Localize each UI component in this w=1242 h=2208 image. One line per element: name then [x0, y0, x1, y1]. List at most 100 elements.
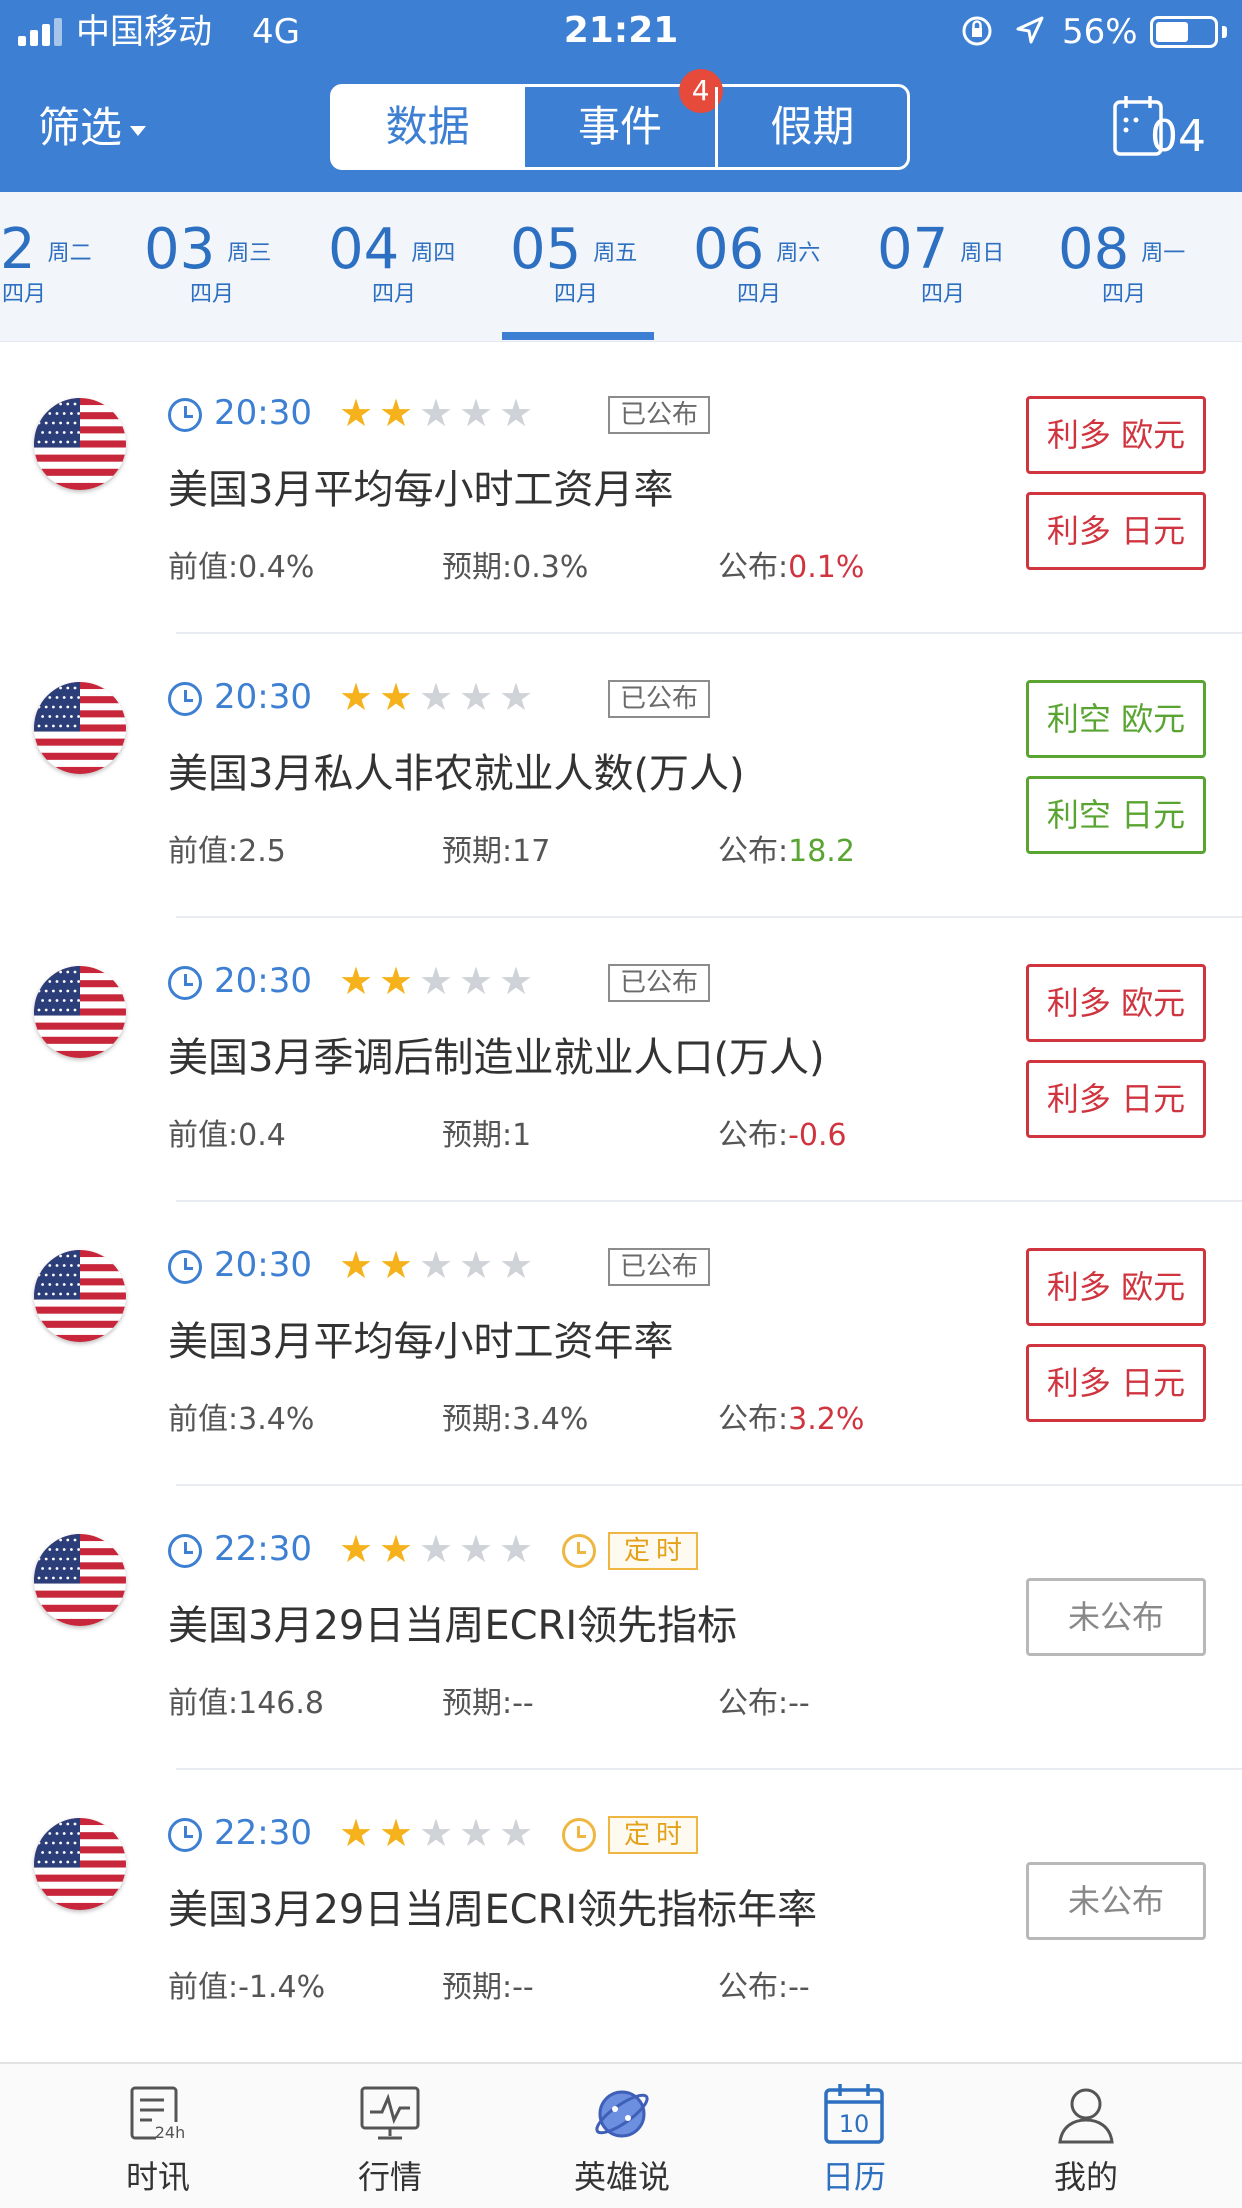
- event-time: 20:30: [214, 961, 312, 1001]
- published-tag: 已公布: [608, 964, 711, 1002]
- event-title: 美国3月私人非农就业人数(万人): [168, 751, 745, 797]
- impact-jpy-button[interactable]: 利多 日元: [1026, 1344, 1206, 1422]
- scheduled-tag: 定时: [608, 1532, 699, 1570]
- importance-stars: ★ ★ ★ ★ ★: [336, 1812, 536, 1854]
- star-filled-icon: ★: [338, 675, 374, 719]
- location-arrow-icon: [1016, 16, 1044, 44]
- star-empty-icon: ★: [418, 1243, 454, 1287]
- star-filled-icon: ★: [378, 1243, 414, 1287]
- event-row[interactable]: 22:30 ★ ★ ★ ★ ★ 定时 美国3月29日当周ECRI领先指标年率 前值:-1…: [0, 1770, 1242, 2054]
- star-empty-icon: ★: [498, 391, 534, 435]
- us-flag-icon: [34, 1534, 126, 1626]
- star-empty-icon: ★: [458, 1527, 494, 1571]
- impact-eur-button[interactable]: 利多 欧元: [1026, 964, 1206, 1042]
- star-empty-icon: ★: [498, 1811, 534, 1855]
- event-title: 美国3月季调后制造业就业人口(万人): [168, 1035, 825, 1081]
- nav-market[interactable]: 行情: [290, 2082, 490, 2200]
- actual-value: 公布:--: [718, 1970, 810, 2005]
- category-tabs: 数据 事件 4 假期: [330, 69, 910, 170]
- event-title: 美国3月平均每小时工资年率: [168, 1319, 674, 1365]
- event-title: 美国3月29日当周ECRI领先指标年率: [168, 1887, 818, 1933]
- previous-value: 前值:2.5: [168, 834, 286, 869]
- star-empty-icon: ★: [458, 1243, 494, 1287]
- impact-eur-button[interactable]: 利多 欧元: [1026, 396, 1206, 474]
- alarm-clock-icon: [562, 1818, 596, 1852]
- battery-icon: [1150, 16, 1218, 48]
- unpublished-button[interactable]: 未公布: [1026, 1578, 1206, 1656]
- event-time: 20:30: [214, 677, 312, 717]
- impact-jpy-button[interactable]: 利多 日元: [1026, 1060, 1206, 1138]
- event-row[interactable]: 20:30 ★ ★ ★ ★ ★ 已公布 美国3月私人非农就业人数(万人) 前值:2.5 …: [0, 634, 1242, 918]
- date-item[interactable]: 03 周三 四月: [144, 220, 271, 310]
- importance-stars: ★ ★ ★ ★ ★: [336, 676, 536, 718]
- importance-stars: ★ ★ ★ ★ ★: [336, 1528, 536, 1570]
- event-time: 22:30: [214, 1813, 312, 1853]
- importance-stars: ★ ★ ★ ★ ★: [336, 1244, 536, 1286]
- impact-eur-button[interactable]: 利多 欧元: [1026, 1248, 1206, 1326]
- clock-icon: [168, 966, 202, 1000]
- impact-jpy-button[interactable]: 利多 日元: [1026, 492, 1206, 570]
- unpublished-button[interactable]: 未公布: [1026, 1862, 1206, 1940]
- us-flag-icon: [34, 1250, 126, 1342]
- scheduled-tag: 定时: [608, 1816, 699, 1854]
- calendar-icon: 10: [824, 2084, 884, 2144]
- impact-jpy-button[interactable]: 利空 日元: [1026, 776, 1206, 854]
- nav-news[interactable]: 24h 时讯: [58, 2082, 258, 2200]
- star-empty-icon: ★: [458, 1811, 494, 1855]
- clock-icon: [168, 1534, 202, 1568]
- star-filled-icon: ★: [378, 391, 414, 435]
- date-strip: 2 周二 四月 03 周三 四月 04 周四 四月 05 周五 四月 06 周六 四月 0…: [0, 192, 1242, 342]
- tab-events[interactable]: 事件 4: [522, 69, 723, 167]
- tab-data[interactable]: 数据: [333, 87, 523, 167]
- star-filled-icon: ★: [338, 959, 374, 1003]
- event-row[interactable]: 20:30 ★ ★ ★ ★ ★ 已公布 美国3月季调后制造业就业人口(万人) 前值:0.…: [0, 918, 1242, 1202]
- nav-calendar[interactable]: 10 日历: [754, 2082, 954, 2200]
- event-row[interactable]: 22:30 ★ ★ ★ ★ ★ 定时 美国3月29日当周ECRI领先指标 前值:146.…: [0, 1486, 1242, 1770]
- clock-icon: [168, 682, 202, 716]
- star-filled-icon: ★: [378, 675, 414, 719]
- date-item[interactable]: 2 周二 四月: [0, 220, 92, 310]
- star-empty-icon: ★: [498, 959, 534, 1003]
- date-item[interactable]: 06 周六 四月: [693, 220, 820, 310]
- us-flag-icon: [34, 1818, 126, 1910]
- top-bar: 中国移动 4G 21:21 56% 筛选 数据 事件 4 假期 04: [0, 0, 1242, 192]
- event-time: 22:30: [214, 1529, 312, 1569]
- event-row[interactable]: 20:30 ★ ★ ★ ★ ★ 已公布 美国3月平均每小时工资月率 前值:0.4% 预期…: [0, 350, 1242, 634]
- nav-profile[interactable]: 我的: [986, 2082, 1186, 2200]
- status-bar: 中国移动 4G 21:21 56%: [0, 0, 1242, 64]
- date-item[interactable]: 07 周日 四月: [877, 220, 1004, 310]
- market-chart-icon: [360, 2086, 420, 2140]
- filter-button[interactable]: 筛选: [38, 100, 147, 156]
- star-empty-icon: ★: [498, 675, 534, 719]
- actual-value: 公布:--: [718, 1686, 810, 1721]
- nav-hero-talk[interactable]: 英雄说: [522, 2082, 722, 2200]
- clock-icon: [168, 1250, 202, 1284]
- svg-text:10: 10: [839, 2110, 870, 2138]
- us-flag-icon: [34, 682, 126, 774]
- us-flag-icon: [34, 398, 126, 490]
- actual-value: 公布:-0.6: [718, 1118, 847, 1153]
- event-time: 20:30: [214, 393, 312, 433]
- published-tag: 已公布: [608, 396, 711, 434]
- forecast-value: 预期:--: [442, 1686, 534, 1721]
- importance-stars: ★ ★ ★ ★ ★: [336, 960, 536, 1002]
- previous-value: 前值:0.4: [168, 1118, 286, 1153]
- published-tag: 已公布: [608, 1248, 711, 1286]
- battery-percent: 56%: [1062, 12, 1138, 52]
- forecast-value: 预期:3.4%: [442, 1402, 589, 1437]
- selected-date-indicator: [502, 332, 654, 340]
- actual-value: 公布:18.2: [718, 834, 855, 869]
- star-filled-icon: ★: [338, 391, 374, 435]
- date-item[interactable]: 04 周四 四月: [328, 220, 455, 310]
- filter-label: 筛选: [38, 103, 123, 152]
- date-item[interactable]: 08 周一 四月: [1058, 220, 1185, 310]
- star-empty-icon: ★: [498, 1527, 534, 1571]
- forecast-value: 预期:0.3%: [442, 550, 589, 585]
- tab-holidays[interactable]: 假期: [714, 87, 907, 167]
- event-title: 美国3月平均每小时工资月率: [168, 467, 674, 513]
- impact-eur-button[interactable]: 利空 欧元: [1026, 680, 1206, 758]
- star-empty-icon: ★: [418, 391, 454, 435]
- date-item-selected[interactable]: 05 周五 四月: [510, 220, 637, 310]
- event-row[interactable]: 20:30 ★ ★ ★ ★ ★ 已公布 美国3月平均每小时工资年率 前值:3.4% 预期…: [0, 1202, 1242, 1486]
- star-filled-icon: ★: [338, 1243, 374, 1287]
